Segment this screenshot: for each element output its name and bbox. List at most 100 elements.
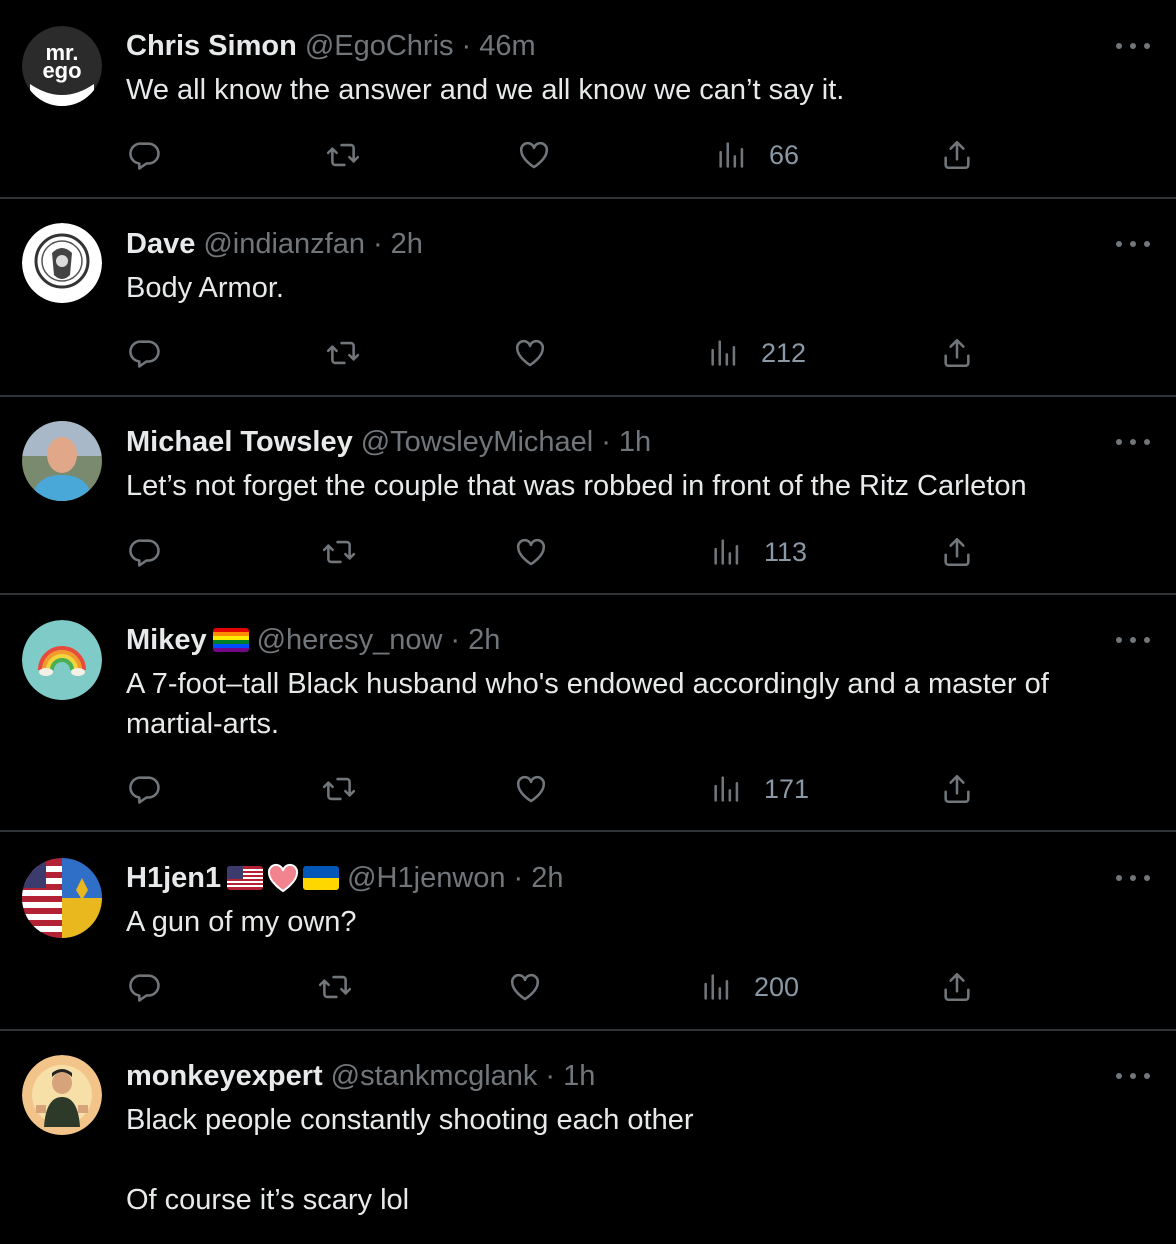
reply-feed: mr. ego Chris Simon @EgoChris · 46m We a… <box>0 0 1176 1244</box>
avatar[interactable] <box>22 620 102 700</box>
tweet-text: Body Armor. <box>126 268 1136 308</box>
share-button[interactable] <box>940 769 974 809</box>
timestamp[interactable]: 2h <box>468 624 500 657</box>
display-name[interactable]: H1jen1 <box>126 862 221 895</box>
display-name[interactable]: Michael Towsley <box>126 426 353 459</box>
timestamp[interactable]: 46m <box>479 30 535 63</box>
tweet-text-line: Black people constantly shooting each ot… <box>126 1104 694 1136</box>
display-name[interactable]: Chris Simon <box>126 30 297 63</box>
timestamp[interactable]: 1h <box>563 1060 595 1093</box>
reply-button[interactable] <box>128 532 162 572</box>
tweet-text-line: A gun of my own? <box>126 906 357 938</box>
action-bar: 171 <box>0 769 1176 809</box>
reply-button[interactable] <box>128 135 162 175</box>
name-emojis <box>212 628 249 652</box>
user-handle[interactable]: @stankmcglank <box>331 1060 538 1093</box>
reply-icon <box>129 539 160 567</box>
avatar[interactable] <box>22 223 102 303</box>
reply-button[interactable] <box>128 769 162 809</box>
like-button[interactable] <box>514 532 548 572</box>
tweet-header: Chris Simon @EgoChris · 46m <box>126 28 536 64</box>
share-button[interactable] <box>940 967 974 1007</box>
user-handle[interactable]: @heresy_now <box>257 624 443 657</box>
retweet-button[interactable] <box>322 769 356 809</box>
share-icon <box>944 140 970 170</box>
views-button[interactable]: 212 <box>707 333 806 373</box>
like-icon <box>515 339 545 367</box>
retweet-button[interactable] <box>326 333 360 373</box>
separator-dot: · <box>601 425 611 458</box>
reply-button[interactable] <box>128 967 162 1007</box>
display-name[interactable]: monkeyexpert <box>126 1060 323 1093</box>
tweet-header: Dave @indianzfan · 2h <box>126 226 423 262</box>
share-button[interactable] <box>940 333 974 373</box>
more-icon[interactable] <box>1116 1066 1150 1086</box>
reply-icon <box>129 974 160 1002</box>
tweet-header: Mikey @heresy_now · 2h <box>126 622 500 658</box>
view-count: 200 <box>754 971 800 1002</box>
display-name[interactable]: Dave <box>126 228 195 261</box>
views-icon <box>719 142 744 168</box>
retweet-button[interactable] <box>318 967 352 1007</box>
views-icon <box>704 974 729 1000</box>
heart-emoji-icon <box>266 862 300 894</box>
retweet-icon <box>326 143 360 167</box>
tweet-text: Black people constantly shooting each ot… <box>126 1100 1136 1220</box>
tweet[interactable]: Mikey @heresy_now · 2h A 7-foot–tall Bla… <box>0 595 1176 832</box>
avatar[interactable] <box>22 1055 102 1135</box>
share-button[interactable] <box>940 532 974 572</box>
timestamp[interactable]: 1h <box>619 426 651 459</box>
tweet-header: Michael Towsley @TowsleyMichael · 1h <box>126 424 651 460</box>
tweet-text: A gun of my own? <box>126 902 1136 942</box>
more-icon[interactable] <box>1116 868 1150 888</box>
retweet-icon <box>326 341 360 365</box>
share-button[interactable] <box>940 135 974 175</box>
tweet[interactable]: monkeyexpert @stankmcglank · 1h Black pe… <box>0 1031 1176 1244</box>
retweet-button[interactable] <box>326 135 360 175</box>
like-button[interactable] <box>513 333 547 373</box>
separator-dot: · <box>545 1059 556 1092</box>
separator-dot: · <box>513 861 524 894</box>
tweet[interactable]: Michael Towsley @TowsleyMichael · 1h Let… <box>0 397 1176 595</box>
views-button[interactable]: 171 <box>710 769 809 809</box>
tweet[interactable]: H1jen1 @H1jenwon · 2h A gun of my own? 2… <box>0 832 1176 1031</box>
display-name[interactable]: Mikey <box>126 624 207 657</box>
timestamp[interactable]: 2h <box>531 862 563 895</box>
reply-button[interactable] <box>128 333 162 373</box>
views-icon <box>714 776 739 802</box>
avatar[interactable] <box>22 421 102 501</box>
user-handle[interactable]: @EgoChris <box>305 30 454 63</box>
like-button[interactable] <box>508 967 542 1007</box>
tweet[interactable]: Dave @indianzfan · 2h Body Armor. 212 <box>0 199 1176 397</box>
view-count: 113 <box>764 536 808 567</box>
tweet[interactable]: mr. ego Chris Simon @EgoChris · 46m We a… <box>0 0 1176 199</box>
like-icon <box>519 141 549 169</box>
timestamp[interactable]: 2h <box>391 228 423 261</box>
tweet-text: We all know the answer and we all know w… <box>126 70 1136 110</box>
views-button[interactable]: 200 <box>700 967 799 1007</box>
like-icon <box>510 973 540 1001</box>
user-handle[interactable]: @TowsleyMichael <box>361 426 594 459</box>
tweet-header: H1jen1 @H1jenwon · 2h <box>126 860 563 896</box>
like-button[interactable] <box>514 769 548 809</box>
rainbow-flag-icon <box>212 628 249 652</box>
view-count: 171 <box>764 773 810 804</box>
more-icon[interactable] <box>1116 432 1150 452</box>
tweet-text-line: Body Armor. <box>126 272 284 304</box>
views-button[interactable]: 113 <box>710 532 807 572</box>
tweet-text-line: We all know the answer and we all know w… <box>126 74 845 106</box>
like-button[interactable] <box>517 135 551 175</box>
more-icon[interactable] <box>1116 234 1150 254</box>
views-button[interactable]: 66 <box>715 135 799 175</box>
action-bar: 66 <box>0 135 1176 175</box>
user-handle[interactable]: @H1jenwon <box>347 862 505 895</box>
tweet-text: A 7-foot–tall Black husband who's endowe… <box>126 664 1136 744</box>
avatar[interactable] <box>22 858 102 938</box>
more-icon[interactable] <box>1116 630 1150 650</box>
tweet-text-line: Of course it’s scary lol <box>126 1184 410 1216</box>
more-icon[interactable] <box>1116 36 1150 56</box>
retweet-button[interactable] <box>322 532 356 572</box>
avatar[interactable]: mr. ego <box>22 26 102 106</box>
user-handle[interactable]: @indianzfan <box>203 228 365 261</box>
separator-dot: · <box>461 29 472 62</box>
